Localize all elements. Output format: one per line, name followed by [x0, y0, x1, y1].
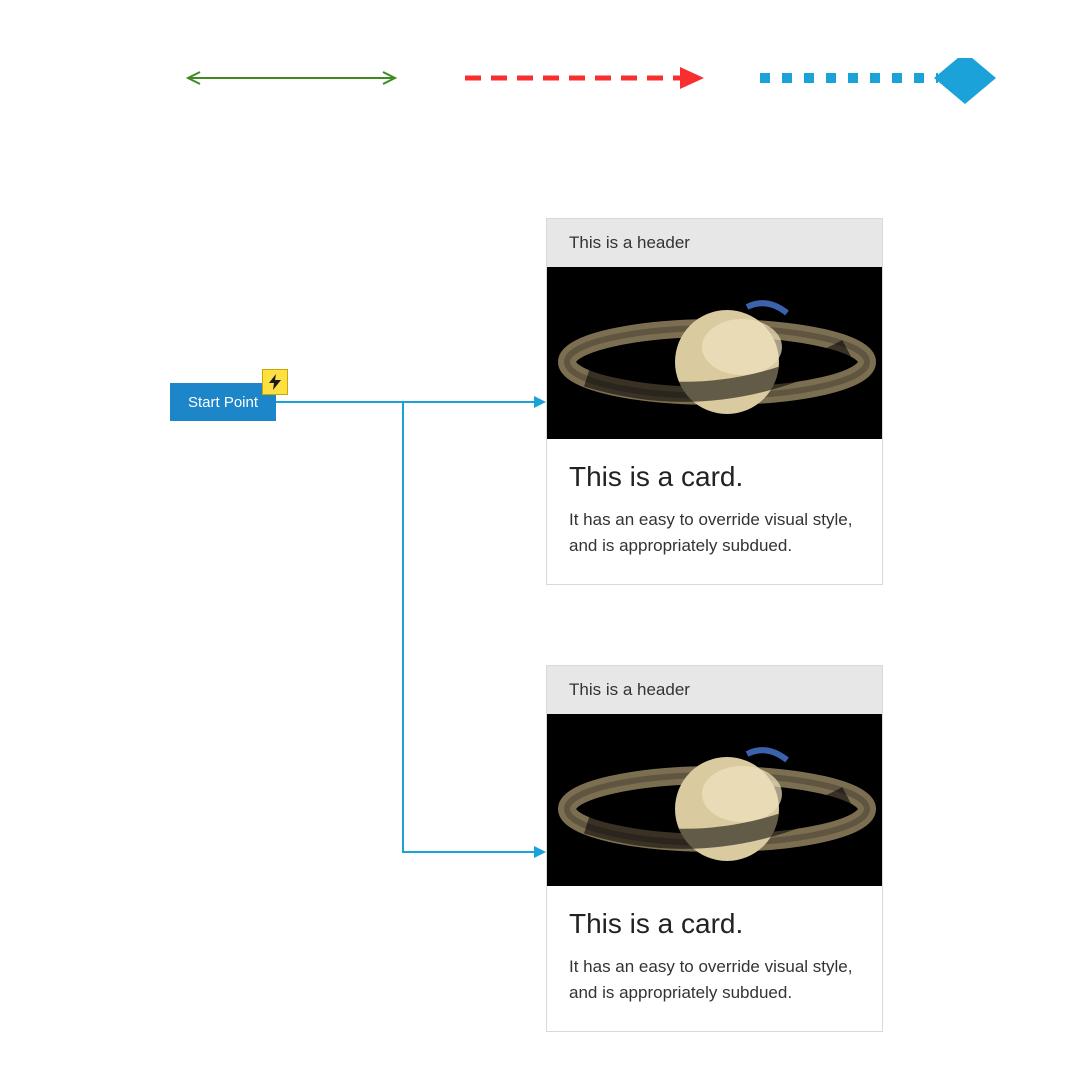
card-2-text: It has an easy to override visual style,…: [569, 954, 860, 1005]
diagram-canvas[interactable]: Start Point This is a header This is a c…: [0, 0, 1080, 1080]
start-node-label: Start Point: [188, 394, 258, 411]
start-node[interactable]: Start Point: [170, 383, 276, 421]
connectors-layer: [0, 0, 1080, 1080]
card-1-body: This is a card. It has an easy to overri…: [547, 439, 882, 584]
arrowhead-card-2: [534, 846, 546, 858]
arrowhead-card-1: [534, 396, 546, 408]
connector-to-card-2: [403, 402, 534, 852]
card-2-header: This is a header: [547, 666, 882, 714]
card-2-image: [547, 714, 882, 886]
lightning-bolt-icon: [262, 369, 288, 395]
card-2-title: This is a card.: [569, 908, 860, 940]
card-1-image: [547, 267, 882, 439]
card-2-body: This is a card. It has an easy to overri…: [547, 886, 882, 1031]
card-1-title: This is a card.: [569, 461, 860, 493]
card-1-header: This is a header: [547, 219, 882, 267]
card-2[interactable]: This is a header This is a card. It has …: [546, 665, 883, 1032]
card-1[interactable]: This is a header This is a card. It has …: [546, 218, 883, 585]
card-1-text: It has an easy to override visual style,…: [569, 507, 860, 558]
